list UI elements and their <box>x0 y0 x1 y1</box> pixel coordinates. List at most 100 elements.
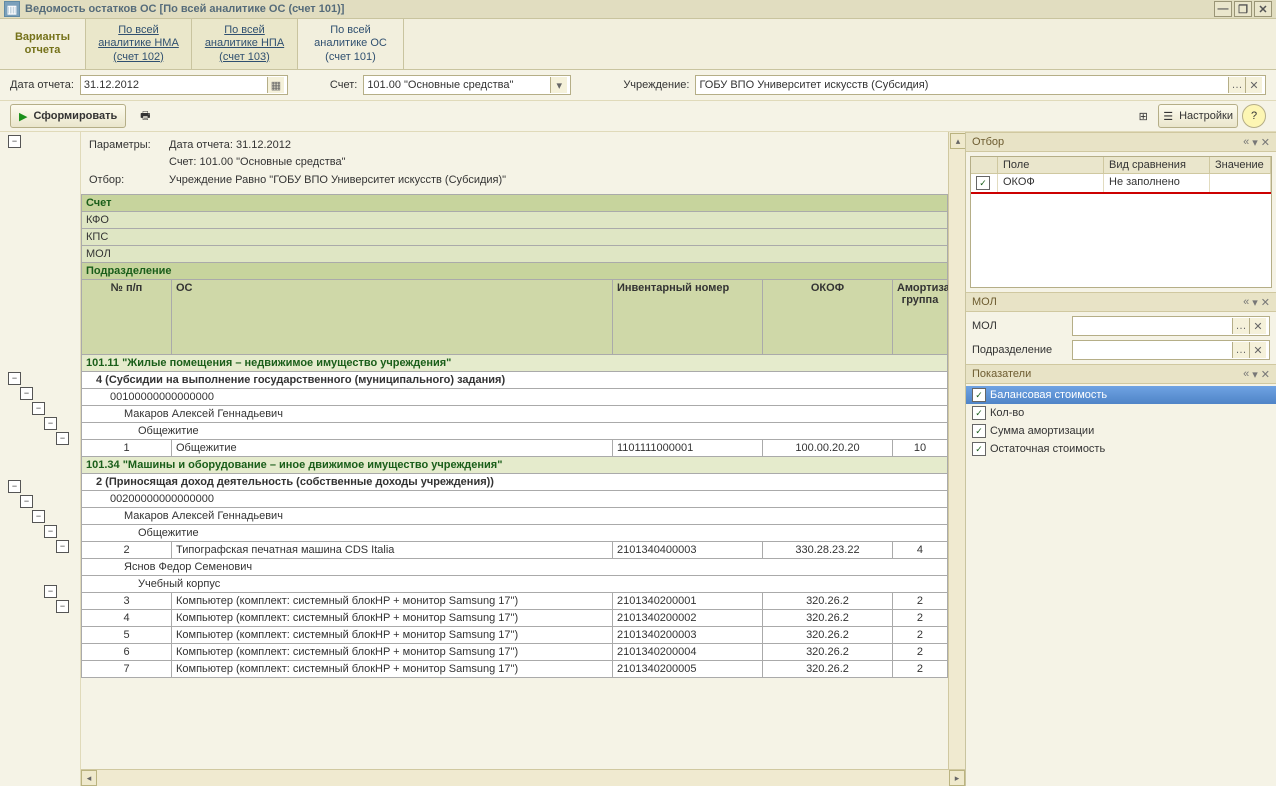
tree-collapse[interactable]: − <box>8 372 21 385</box>
form-button[interactable]: ▶ Сформировать <box>10 104 126 128</box>
panel-collapse-icon[interactable]: « <box>1243 136 1249 148</box>
g2-kfo: 2 (Приносящая доход деятельность (собств… <box>82 474 948 491</box>
col-os: ОС <box>172 280 613 355</box>
mol-input[interactable]: …✕ <box>1072 316 1270 336</box>
panel-menu-icon[interactable]: ▾ <box>1252 368 1258 381</box>
panel-menu-icon[interactable]: ▾ <box>1252 296 1258 309</box>
horizontal-scrollbar[interactable]: ◂ ▸ <box>81 769 965 786</box>
filter-text: Учреждение Равно "ГОБУ ВПО Университет и… <box>169 173 940 188</box>
indicators-panel-header: Показатели « ▾ ✕ <box>966 364 1276 384</box>
period-button[interactable]: ⊞ <box>1132 105 1154 127</box>
settings-button[interactable]: ☰ Настройки <box>1158 104 1238 128</box>
hdr-kfo: КФО <box>82 212 948 229</box>
tree-collapse[interactable]: − <box>20 387 33 400</box>
tree-collapse[interactable]: − <box>56 432 69 445</box>
filter-row[interactable]: ✓ ОКОФ Не заполнено <box>971 174 1271 194</box>
podr-input[interactable]: …✕ <box>1072 340 1270 360</box>
table-row[interactable]: 6Компьютер (комплект: системный блокHP +… <box>82 644 948 661</box>
panel-collapse-icon[interactable]: « <box>1243 296 1249 308</box>
filter-col-val: Значение <box>1210 157 1271 173</box>
titlebar: ▥ Ведомость остатков ОС [По всей аналити… <box>0 0 1276 19</box>
toolbar: ▶ Сформировать 🖶 ⊞ ☰ Настройки ? <box>0 101 1276 132</box>
report-variants-tabs: Варианты отчета По всей аналитике НМА (с… <box>0 19 1276 70</box>
tab-npa-103[interactable]: По всей аналитике НПА (счет 103) <box>192 19 298 69</box>
checkbox[interactable]: ✓ <box>972 388 986 402</box>
g2-kps: 00200000000000000 <box>82 491 948 508</box>
print-button[interactable]: 🖶 <box>134 105 156 127</box>
filter-col-field: Поле <box>998 157 1104 173</box>
g2-mol1: Макаров Алексей Геннадьевич <box>82 508 948 525</box>
date-input[interactable]: 31.12.2012 ▦ <box>80 75 288 95</box>
clear-icon[interactable]: ✕ <box>1245 77 1262 93</box>
g1-kfo: 4 (Субсидии на выполнение государственно… <box>82 372 948 389</box>
lookup-icon[interactable]: … <box>1232 342 1249 358</box>
checkbox[interactable]: ✓ <box>972 406 986 420</box>
tree-collapse[interactable]: − <box>32 402 45 415</box>
g2-mol2: Яснов Федор Семенович <box>82 559 948 576</box>
indicators-list: ✓Балансовая стоимость ✓Кол-во ✓Сумма амо… <box>966 384 1276 460</box>
indicator-item[interactable]: ✓Остаточная стоимость <box>966 440 1276 458</box>
tab-os-101[interactable]: По всей аналитике ОС (счет 101) <box>298 19 404 69</box>
calendar-icon[interactable]: ▦ <box>267 77 284 93</box>
lookup-icon[interactable]: … <box>1228 77 1245 93</box>
clear-icon[interactable]: ✕ <box>1249 318 1266 334</box>
clear-icon[interactable]: ✕ <box>1249 342 1266 358</box>
table-row[interactable]: 7Компьютер (комплект: системный блокHP +… <box>82 661 948 678</box>
tree-collapse[interactable]: − <box>8 135 21 148</box>
report-area: Параметры: Дата отчета: 31.12.2012 Счет:… <box>81 132 965 786</box>
tree-collapse[interactable]: − <box>56 600 69 613</box>
col-npp: № п/п <box>82 280 172 355</box>
checkbox[interactable]: ✓ <box>972 442 986 456</box>
tree-collapse[interactable]: − <box>44 525 57 538</box>
help-button[interactable]: ? <box>1242 104 1266 128</box>
table-row[interactable]: 5Компьютер (комплект: системный блокHP +… <box>82 627 948 644</box>
panel-collapse-icon[interactable]: « <box>1243 368 1249 380</box>
tree-collapse[interactable]: − <box>20 495 33 508</box>
tree-collapse[interactable]: − <box>44 417 57 430</box>
table-row[interactable]: 2 Типографская печатная машина CDS Itali… <box>82 542 948 559</box>
lookup-icon[interactable]: … <box>1232 318 1249 334</box>
window-title: Ведомость остатков ОС [По всей аналитике… <box>25 3 344 15</box>
filter-checkbox[interactable]: ✓ <box>976 176 990 190</box>
filter-table[interactable]: Поле Вид сравнения Значение ✓ ОКОФ Не за… <box>970 156 1272 288</box>
account-select[interactable]: 101.00 "Основные средства" ▾ <box>363 75 571 95</box>
tree-collapse[interactable]: − <box>8 480 21 493</box>
form-button-label: Сформировать <box>33 110 117 122</box>
params-lbl: Параметры: <box>89 138 169 153</box>
g1-kps: 00100000000000000 <box>82 389 948 406</box>
tree-gutter: − − − − − − − − − − − − − <box>0 132 81 786</box>
org-label: Учреждение: <box>623 79 689 91</box>
maximize-button[interactable]: ❐ <box>1234 1 1252 17</box>
indicator-item[interactable]: ✓Сумма амортизации <box>966 422 1276 440</box>
org-input[interactable]: ГОБУ ВПО Университет искусств (Субсидия)… <box>695 75 1266 95</box>
panel-close-icon[interactable]: ✕ <box>1261 136 1270 149</box>
col-okof: ОКОФ <box>762 280 892 355</box>
table-row[interactable]: 4Компьютер (комплект: системный блокHP +… <box>82 610 948 627</box>
right-panel: Отбор « ▾ ✕ Поле Вид сравнения Значение … <box>965 132 1276 786</box>
g2-schet: 101.34 "Машины и оборудование – иное дви… <box>82 457 948 474</box>
indicator-item[interactable]: ✓Кол-во <box>966 404 1276 422</box>
panel-menu-icon[interactable]: ▾ <box>1252 136 1258 149</box>
podr-label: Подразделение <box>972 344 1072 356</box>
g1-podr: Общежитие <box>82 423 948 440</box>
hdr-podr: Подразделение <box>82 263 948 280</box>
variants-label: Варианты отчета <box>0 19 86 69</box>
g2-podr2: Учебный корпус <box>82 576 948 593</box>
minimize-button[interactable]: — <box>1214 1 1232 17</box>
tree-collapse[interactable]: − <box>56 540 69 553</box>
checkbox[interactable]: ✓ <box>972 424 986 438</box>
hdr-kps: КПС <box>82 229 948 246</box>
panel-close-icon[interactable]: ✕ <box>1261 296 1270 309</box>
dropdown-icon[interactable]: ▾ <box>550 77 567 93</box>
table-row[interactable]: 1 Общежитие 1101111000001 100.00.20.20 1… <box>82 440 948 457</box>
tree-collapse[interactable]: − <box>32 510 45 523</box>
close-button[interactable]: ✕ <box>1254 1 1272 17</box>
tree-collapse[interactable]: − <box>44 585 57 598</box>
indicator-item[interactable]: ✓Балансовая стоимость <box>966 386 1276 404</box>
panel-close-icon[interactable]: ✕ <box>1261 368 1270 381</box>
tab-nma-102[interactable]: По всей аналитике НМА (счет 102) <box>86 19 192 69</box>
vertical-scrollbar[interactable]: ▴ <box>948 132 965 769</box>
report-table: Счет КФО КПС МОЛ Подразделение № п/п ОС … <box>81 194 948 678</box>
settings-icon: ☰ <box>1163 110 1173 123</box>
table-row[interactable]: 3Компьютер (комплект: системный блокHP +… <box>82 593 948 610</box>
